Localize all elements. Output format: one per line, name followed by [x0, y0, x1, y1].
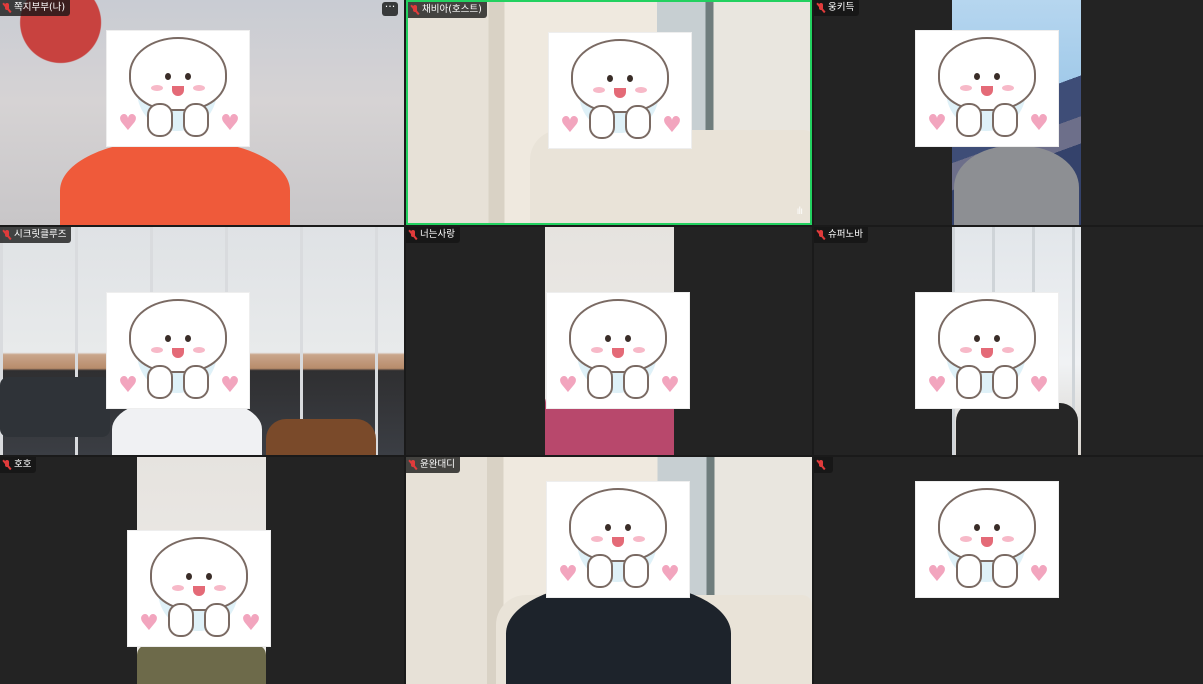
mic-off-icon	[411, 5, 419, 15]
participant-tile-active-speaker[interactable]: ♥ ♥ 채비아(호스트) ılı	[406, 0, 812, 225]
participant-name: 너는사랑	[420, 229, 455, 240]
puppy-sticker-icon: ♥ ♥	[546, 292, 690, 409]
participant-tile[interactable]: ♥ ♥	[814, 457, 1203, 684]
participant-name-label: 호호	[0, 457, 37, 473]
participant-name: 호호	[14, 459, 32, 470]
mic-off-icon	[817, 460, 825, 470]
participant-name: 웅키득	[828, 2, 855, 13]
participant-name-label: 시크릿클루즈	[0, 227, 72, 243]
chair	[266, 419, 376, 455]
participant-tile[interactable]: ♥ ♥ 쪽지부부(나) ···	[0, 0, 404, 225]
audio-wave-icon: ılı	[796, 206, 803, 217]
participant-body	[137, 645, 266, 684]
puppy-sticker-icon: ♥ ♥	[106, 292, 250, 409]
mic-off-icon	[3, 230, 11, 240]
participant-name-label: 채비아(호스트)	[408, 2, 487, 18]
mic-off-icon	[409, 460, 417, 470]
participant-name-label: 쪽지부부(나)	[0, 0, 71, 16]
participant-name-label	[814, 457, 833, 473]
puppy-sticker-icon: ♥ ♥	[127, 530, 271, 647]
participant-body	[954, 146, 1079, 225]
participant-name: 시크릿클루즈	[14, 229, 67, 240]
participant-tile[interactable]: ♥ ♥ 호호	[0, 457, 404, 684]
more-options-button[interactable]: ···	[382, 1, 398, 16]
puppy-sticker-icon: ♥ ♥	[106, 30, 250, 147]
participant-name: 윤완대디	[420, 459, 455, 470]
puppy-sticker-icon: ♥ ♥	[546, 481, 690, 598]
video-gallery: ♥ ♥ 쪽지부부(나) ··· ♥ ♥ 채비아(호스트) ılı ♥ ♥ 웅키득…	[0, 0, 1203, 684]
participant-name-label: 윤완대디	[406, 457, 460, 473]
participant-name-label: 너는사랑	[406, 227, 460, 243]
participant-tile[interactable]: ♥ ♥ 슈퍼노바	[814, 227, 1203, 455]
participant-name-label: 웅키득	[814, 0, 860, 16]
participant-name-label: 슈퍼노바	[814, 227, 868, 243]
participant-tile[interactable]: ♥ ♥ 윤완대디	[406, 457, 812, 684]
couch	[0, 377, 110, 437]
mic-off-icon	[3, 460, 11, 470]
puppy-sticker-icon: ♥ ♥	[548, 32, 692, 149]
participant-tile[interactable]: ♥ ♥ 웅키득	[814, 0, 1203, 225]
mic-off-icon	[3, 3, 11, 13]
puppy-sticker-icon: ♥ ♥	[915, 292, 1059, 409]
mic-off-icon	[409, 230, 417, 240]
participant-body	[506, 583, 731, 684]
puppy-sticker-icon: ♥ ♥	[915, 30, 1059, 147]
puppy-sticker-icon: ♥ ♥	[915, 481, 1059, 598]
participant-name: 쪽지부부(나)	[14, 2, 66, 13]
participant-name: 채비아(호스트)	[422, 4, 482, 15]
mic-off-icon	[817, 230, 825, 240]
participant-body	[956, 403, 1078, 455]
mic-off-icon	[817, 3, 825, 13]
participant-body	[60, 140, 290, 225]
participant-tile[interactable]: ♥ ♥ 너는사랑	[406, 227, 812, 455]
participant-tile[interactable]: ♥ ♥ 시크릿클루즈	[0, 227, 404, 455]
participant-name: 슈퍼노바	[828, 229, 863, 240]
